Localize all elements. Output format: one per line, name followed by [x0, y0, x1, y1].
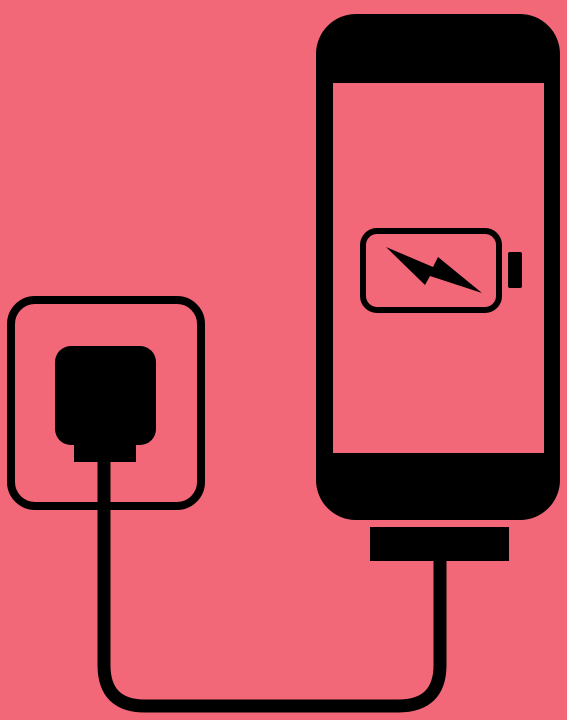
- plug-icon: [55, 346, 156, 462]
- smartphone-icon: [316, 14, 560, 561]
- phone-connector: [370, 527, 509, 561]
- plug-neck: [74, 432, 136, 462]
- illustration-canvas: [0, 0, 567, 720]
- phone-charging-illustration: [0, 0, 567, 720]
- battery-terminal: [508, 252, 522, 288]
- plug-body: [55, 346, 156, 445]
